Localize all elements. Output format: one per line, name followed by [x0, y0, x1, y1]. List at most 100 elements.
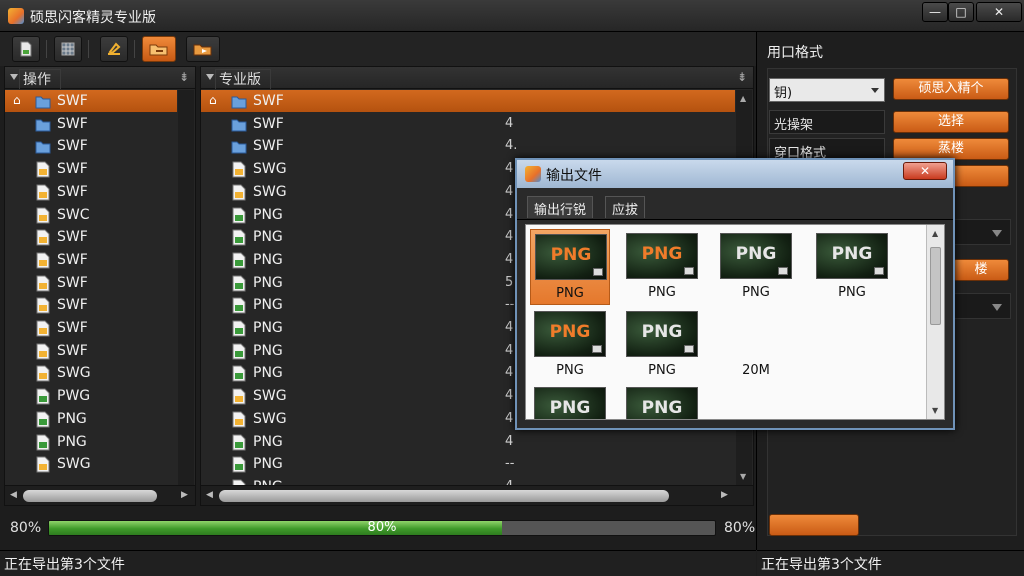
file-size: 4	[505, 433, 514, 449]
collapse-icon[interactable]	[10, 74, 18, 80]
list-item[interactable]: SWF	[5, 249, 177, 271]
list-item[interactable]: ⌂ SWF	[201, 90, 735, 112]
close-button[interactable]: ✕	[976, 2, 1022, 22]
list-item[interactable]: PNG	[5, 431, 177, 453]
panel-tab[interactable]	[19, 69, 61, 89]
list-item[interactable]: SWF	[5, 113, 177, 135]
file-size: 4	[505, 183, 514, 199]
file-icon	[232, 388, 246, 405]
list-item[interactable]: PNG	[5, 408, 177, 430]
list-item[interactable]: SWG	[5, 453, 177, 475]
list-item[interactable]: SWF	[5, 294, 177, 316]
scroll-right-icon[interactable]: ▶	[181, 490, 188, 500]
sign-icon	[108, 42, 121, 55]
dialog-scrollbar[interactable]: ▲ ▼	[926, 225, 944, 419]
file-name: SWF	[57, 251, 88, 268]
file-size: 4	[505, 342, 514, 358]
thumbnail-item[interactable]: PNG PNG	[622, 229, 702, 305]
file-name: SWF	[57, 93, 88, 109]
thumbnail-item[interactable]: PNG PNG	[622, 307, 702, 383]
scroll-right-icon[interactable]: ▶	[721, 490, 728, 500]
folder-icon	[231, 141, 247, 154]
progress-percent-right: 80%	[724, 520, 756, 536]
list-item[interactable]: ⌂ SWF	[5, 90, 177, 112]
grid-button[interactable]	[54, 36, 82, 62]
dropdown-2[interactable]	[953, 293, 1011, 319]
list-item[interactable]: SWF	[5, 135, 177, 157]
thumbnail-item[interactable]: PNG PNG	[530, 229, 610, 305]
collapse-icon[interactable]	[206, 74, 214, 80]
file-icon	[36, 343, 50, 360]
import-button[interactable]: 硕思入精个	[893, 78, 1009, 100]
file-name: PNG	[253, 229, 283, 246]
list-item[interactable]: PNG4	[201, 476, 735, 485]
floor-button[interactable]: 楼	[953, 259, 1009, 281]
scroll-up-icon[interactable]: ▲	[932, 229, 938, 238]
file-name: PNG	[253, 456, 283, 473]
horizontal-scrollbar[interactable]: ◀ ▶	[5, 485, 195, 505]
list-item[interactable]: SWF	[5, 272, 177, 294]
thumbnail-item[interactable]: PNG PNG	[812, 229, 892, 305]
list-item[interactable]: SWF	[5, 181, 177, 203]
sign-button[interactable]	[100, 36, 128, 62]
scroll-left-icon[interactable]: ◀	[10, 490, 17, 500]
title-bar: 硕思闪客精灵专业版 — □ ✕	[0, 0, 1024, 32]
scroll-down-icon[interactable]: ▼	[740, 472, 746, 481]
list-item[interactable]: PNG4	[201, 431, 735, 453]
start-button[interactable]	[769, 514, 859, 536]
scroll-left-icon[interactable]: ◀	[206, 490, 213, 500]
toolbar-separator	[134, 40, 135, 58]
list-item[interactable]: PWG	[5, 385, 177, 407]
dropdown-1[interactable]	[953, 219, 1011, 245]
vertical-scrollbar[interactable]	[178, 90, 194, 485]
pin-icon[interactable]: ⇟	[737, 70, 747, 84]
dialog-close-button[interactable]: ✕	[903, 162, 947, 180]
export-folder-button[interactable]	[142, 36, 176, 62]
list-item[interactable]: PNG --	[201, 453, 735, 475]
scroll-down-icon[interactable]: ▼	[932, 406, 938, 415]
scroll-thumb[interactable]	[219, 490, 669, 502]
status-text: 正在导出第3个文件	[761, 557, 882, 573]
new-file-button[interactable]	[12, 36, 40, 62]
scroll-thumb[interactable]	[930, 247, 941, 325]
select-button[interactable]: 选择	[893, 111, 1009, 133]
file-name: SWF	[253, 115, 284, 132]
scroll-up-icon[interactable]: ▲	[740, 94, 746, 103]
file-name: SWF	[57, 161, 88, 178]
list-item[interactable]: SWF	[5, 317, 177, 339]
thumbnail-caption: PNG	[556, 363, 584, 378]
list-item[interactable]: SWG	[5, 362, 177, 384]
file-icon	[36, 275, 50, 292]
list-item[interactable]: SWF	[5, 340, 177, 362]
thumbnail-image: PNG	[534, 311, 606, 357]
maximize-button[interactable]: □	[948, 2, 974, 22]
panel-tab[interactable]	[215, 69, 271, 89]
panel-header: 操作 ⇟	[5, 67, 195, 89]
tab-settings[interactable]: 应拔	[605, 196, 646, 218]
file-icon	[36, 184, 50, 201]
thumbnail-item[interactable]: PNG	[530, 383, 610, 419]
horizontal-scrollbar[interactable]: ◀ ▶	[201, 485, 753, 505]
list-item[interactable]: SWF 4.	[201, 135, 735, 157]
thumbnail-item[interactable]: PNG PNG	[716, 229, 796, 305]
format-panel-title: 用口格式	[767, 45, 823, 61]
list-item[interactable]: SWF	[5, 158, 177, 180]
pin-icon[interactable]: ⇟	[179, 70, 189, 84]
status-bar-right: 正在导出第3个文件	[757, 550, 1024, 576]
list-item[interactable]: SWF 4	[201, 113, 735, 135]
thumbnail-item[interactable]: PNG PNG	[530, 307, 610, 383]
thumbnail-item[interactable]: PNG	[622, 383, 702, 419]
list-item[interactable]: SWC	[5, 204, 177, 226]
tab-output[interactable]: 输出行锐	[527, 196, 594, 218]
steam-button[interactable]: 蒸楼	[893, 138, 1009, 160]
export-arrow-button[interactable]	[186, 36, 220, 62]
image-badge-icon	[593, 268, 603, 276]
format-select[interactable]: 钥)	[769, 78, 885, 102]
list-item[interactable]: SWF	[5, 226, 177, 248]
thumbnail-item[interactable]: 20M	[716, 307, 796, 383]
file-size: --	[505, 297, 515, 313]
minimize-button[interactable]: —	[922, 2, 948, 22]
toolbar-separator	[88, 40, 89, 58]
scroll-thumb[interactable]	[23, 490, 157, 502]
file-name: SWF	[253, 93, 284, 109]
